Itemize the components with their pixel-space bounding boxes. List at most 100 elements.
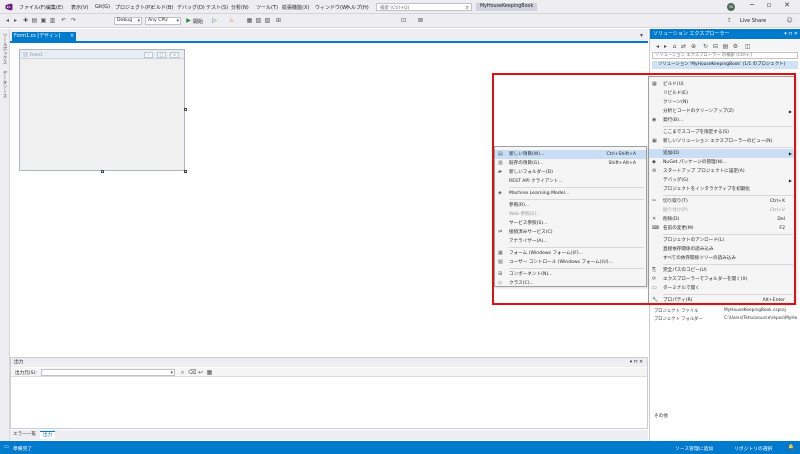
redo-icon[interactable]: ↷ — [70, 17, 77, 24]
tab-error-list[interactable]: エラー一覧 — [10, 431, 39, 439]
data-sources-tab[interactable]: データソース — [1, 71, 7, 98]
tab-close-icon[interactable]: × — [70, 32, 74, 41]
source-control-button[interactable]: ソース管理に追加 — [675, 445, 713, 452]
search-icon: ⌕ — [465, 4, 469, 11]
output-wrap-icon[interactable]: ↩ — [197, 369, 204, 376]
form-close-button: × — [170, 52, 179, 58]
property-value: C:\Users\Tetsu\source\repos\MyHo — [724, 316, 798, 321]
show-all-files-icon[interactable]: ▤ — [722, 43, 729, 50]
status-ready: 準備完了 — [13, 447, 33, 452]
search-placeholder: 検索 (Ctrl+Q) — [380, 6, 410, 11]
toolbar-misc4-icon[interactable]: ⊞ — [275, 17, 282, 24]
toolbar-misc6-icon[interactable]: ⊠ — [417, 17, 424, 24]
back-icon[interactable]: ◂ — [654, 43, 661, 50]
pin-icon[interactable]: ▾ ⊓ ✕ — [630, 358, 643, 367]
start-label[interactable]: 開始 — [193, 18, 203, 25]
hot-reload-icon[interactable]: ♨ — [228, 17, 235, 24]
platform-select[interactable]: Any CPU — [145, 17, 181, 25]
menu-help[interactable]: ヘルプ(H) — [346, 4, 369, 11]
output-find-icon[interactable]: ⌕ — [179, 369, 186, 376]
toolbar-misc5-icon[interactable]: ⊡ — [400, 17, 407, 24]
menu-extensions[interactable]: 拡張機能(X) — [282, 4, 309, 11]
menu-edit[interactable]: 編集(E) — [46, 4, 63, 11]
form1-title-text: Form1 — [30, 52, 43, 57]
property-label: プロジェクト ファイル — [654, 309, 699, 314]
menu-debug[interactable]: デバッグ(D) — [177, 4, 205, 11]
properties-icon[interactable]: ⚙ — [732, 43, 739, 50]
forward-icon[interactable]: ▸ — [662, 43, 669, 50]
pending-changes-icon[interactable]: ⊕ — [690, 43, 697, 50]
toolbar-misc3-icon[interactable]: ▨ — [264, 17, 271, 24]
resize-handle-bottom[interactable] — [101, 170, 104, 173]
open-icon[interactable]: ▤ — [31, 17, 38, 24]
toolbar-misc-icon[interactable]: ▦ — [246, 17, 253, 24]
tab-form1-designer[interactable]: Form1.cs [デザイン] × — [12, 32, 76, 41]
refresh-icon[interactable]: ↻ — [702, 43, 709, 50]
back-icon[interactable]: ◂ — [4, 17, 11, 24]
property-row: プロジェクト ファイル MyHouseKeepingBook.csproj — [654, 308, 786, 314]
other-category-label: その他 — [654, 414, 668, 419]
save-icon[interactable]: ▣ — [40, 17, 47, 24]
home-icon[interactable]: ⌂ — [671, 43, 678, 50]
menu-analyze[interactable]: 分析(N) — [231, 4, 249, 11]
status-bar: ▭ 準備完了 ソース管理に追加 リポジトリの選択 🔔 — [0, 441, 800, 454]
menu-window[interactable]: ウィンドウ(W) — [315, 4, 349, 11]
solution-root-node[interactable]: ソリューション 'MyHouseKeepingBook' (1/1 のプロジェク… — [652, 61, 798, 69]
menu-project[interactable]: プロジェクト(P) — [115, 4, 152, 11]
solution-explorer-title: ソリューション エクスプローラー — [653, 31, 730, 37]
toolbar: ◂ ▸ ✚ ▤ ▣ ▥ ↶ ↷ Debug Any CPU ▶ 開始 ▷ ♨ ▦… — [0, 14, 800, 28]
toolbar-misc2-icon[interactable]: ▧ — [255, 17, 262, 24]
resize-handle-right[interactable] — [184, 108, 187, 111]
menu-file[interactable]: ファイル(F) — [19, 4, 46, 11]
sync-icon[interactable]: ⇄ — [680, 43, 687, 50]
collapse-icon[interactable]: ⊟ — [712, 43, 719, 50]
solution-explorer-toolbar: ◂ ▸ ⌂ ⇄ ⊕ ↻ ⊟ ▤ ⚙ ◫ — [650, 40, 800, 51]
minimize-button[interactable]: ─ — [745, 1, 759, 12]
form-minimize-button: ─ — [144, 52, 153, 58]
form-icon — [23, 52, 28, 57]
menu-test[interactable]: テスト(S) — [206, 4, 228, 11]
output-header: 出力 ▾ ⊓ ✕ — [11, 358, 647, 367]
menu-tools[interactable]: ツール(T) — [256, 4, 278, 11]
forward-icon[interactable]: ▸ — [12, 17, 19, 24]
close-button[interactable]: ✕ — [780, 1, 794, 12]
tab-output[interactable]: 出力 — [40, 431, 56, 439]
search-input[interactable]: 検索 (Ctrl+Q) ⌕ — [376, 3, 472, 11]
tab-dropdown-icon[interactable]: ▾ — [640, 32, 643, 39]
new-project-icon[interactable]: ✚ — [22, 17, 29, 24]
bottom-tab-strip: エラー一覧 出力 — [10, 430, 648, 440]
output-source-label: 出力元(S): — [15, 371, 37, 376]
title-bar: ファイル(F) 編集(E) 表示(V) Git(G) プロジェクト(P) ビルド… — [0, 0, 800, 14]
solution-explorer-header: ソリューション エクスプローラー ▾ ⊓ ✕ — [650, 29, 800, 39]
output-toolbar: 出力元(S): ⌕ ⌫ ↩ ▦ — [11, 368, 647, 377]
maximize-button[interactable]: ▫ — [762, 1, 776, 12]
start-without-debug-icon[interactable]: ▷ — [211, 17, 218, 24]
resize-handle-corner[interactable] — [184, 170, 187, 173]
undo-icon[interactable]: ↶ — [60, 17, 67, 24]
output-source-select[interactable] — [41, 369, 175, 376]
panel-controls-icon[interactable]: ▾ ⊓ ✕ — [784, 29, 798, 39]
form1-window[interactable]: Form1 ─ □ × — [19, 49, 185, 171]
live-share-icon[interactable]: ⇪ — [726, 17, 733, 24]
live-share-button[interactable]: Live Share — [740, 18, 766, 24]
menu-build[interactable]: ビルド(B) — [151, 4, 173, 11]
feedback-icon[interactable]: ☺ — [786, 17, 793, 24]
avatar[interactable]: YA — [727, 3, 735, 11]
start-icon[interactable]: ▶ — [185, 17, 192, 24]
output-panel: 出力 ▾ ⊓ ✕ 出力元(S): ⌕ ⌫ ↩ ▦ — [10, 357, 648, 429]
configuration-select[interactable]: Debug — [114, 17, 142, 25]
save-all-icon[interactable]: ▥ — [49, 17, 56, 24]
menu-view[interactable]: 表示(V) — [71, 4, 88, 11]
form-maximize-button: □ — [157, 52, 166, 58]
solution-name-badge: MyHouseKeepingBook — [476, 3, 538, 11]
toolbox-tab[interactable]: ツールボックス — [1, 33, 7, 65]
visual-studio-logo-icon — [5, 3, 13, 11]
output-misc-icon[interactable]: ▦ — [206, 369, 213, 376]
menu-git[interactable]: Git(G) — [95, 4, 110, 10]
notification-icon[interactable]: 🔔 — [788, 445, 794, 450]
preview-icon[interactable]: ◫ — [744, 43, 751, 50]
property-row: プロジェクト フォルダー C:\Users\Tetsu\source\repos… — [654, 316, 797, 322]
repository-button[interactable]: リポジトリの選択 — [734, 445, 772, 452]
output-clear-icon[interactable]: ⌫ — [188, 369, 196, 376]
solution-search-input[interactable]: ソリューション エクスプローラー の検索 (Ctrl+;) — [652, 52, 798, 59]
